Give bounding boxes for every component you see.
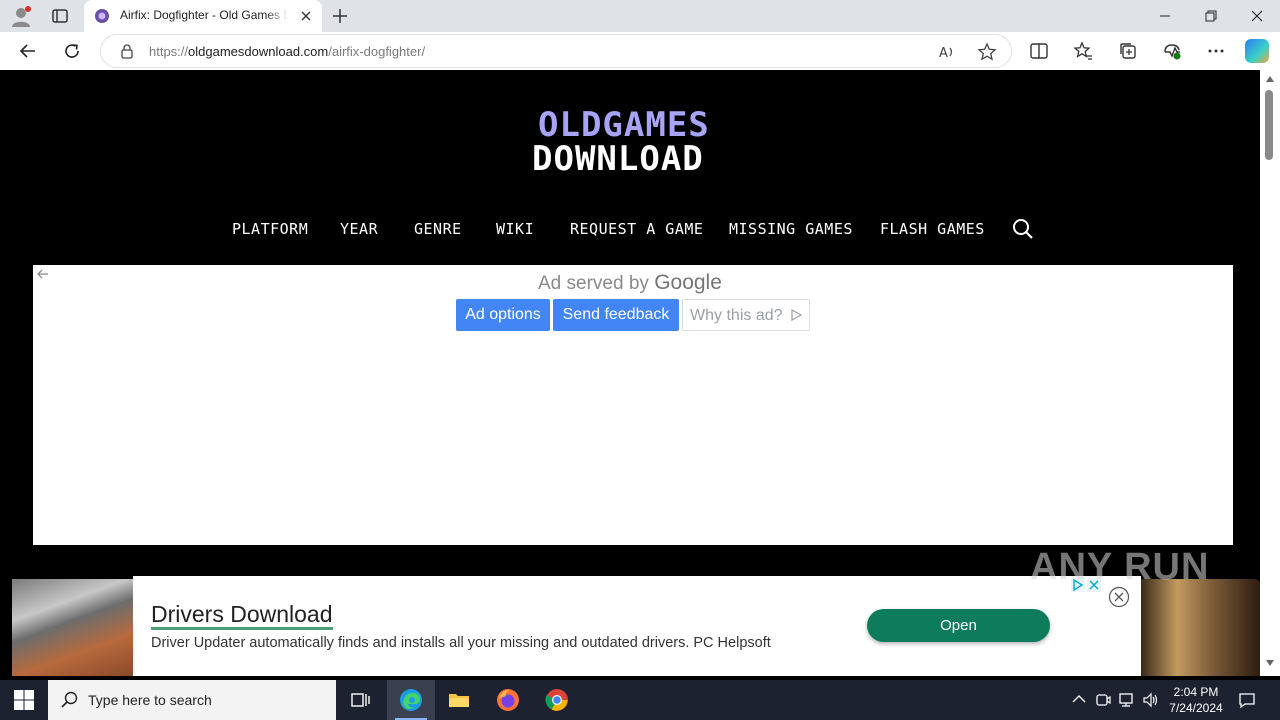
clock-date: 7/24/2024 — [1169, 701, 1223, 715]
back-icon[interactable] — [18, 41, 38, 61]
clock-time: 2:04 PM — [1173, 685, 1219, 699]
close-icon — [1251, 10, 1263, 22]
more-menu-icon[interactable] — [1206, 41, 1226, 61]
tab-actions-icon[interactable] — [50, 6, 70, 26]
nav-wiki[interactable]: WIKI — [496, 220, 534, 240]
close-tab-icon[interactable] — [298, 8, 314, 24]
edge-icon — [400, 689, 422, 711]
nav-genre[interactable]: GENRE — [414, 220, 462, 240]
banner-open-button[interactable]: Open — [867, 609, 1050, 642]
show-hidden-icons-chevron-icon[interactable] — [1070, 691, 1088, 709]
send-feedback-button[interactable]: Send feedback — [553, 299, 679, 331]
restore-icon — [1205, 10, 1217, 22]
play-triangle-icon — [791, 308, 803, 322]
banner-image-right — [1141, 579, 1260, 676]
tab-title: Airfix: Dogfighter - Old Games Download — [120, 8, 288, 22]
google-ad-frame: Ad served by Google Ad options Send feed… — [33, 265, 1233, 545]
banner-image-left — [12, 579, 133, 676]
taskbar-edge[interactable] — [387, 680, 435, 720]
svg-text:A: A — [939, 46, 948, 61]
volume-icon[interactable] — [1142, 691, 1160, 709]
why-this-ad-button[interactable]: Why this ad? — [682, 299, 810, 331]
scroll-down-arrow-icon[interactable] — [1266, 660, 1274, 666]
logo-text-download: DOWNLOAD — [532, 139, 704, 179]
banner-title[interactable]: Drivers Download — [151, 601, 333, 630]
collections-icon[interactable] — [1118, 41, 1138, 61]
task-view-icon — [351, 693, 370, 707]
search-icon — [61, 691, 78, 708]
network-icon[interactable] — [1118, 691, 1136, 709]
banner-content[interactable]: Drivers Download Driver Updater automati… — [133, 576, 1141, 676]
firefox-icon — [497, 689, 519, 711]
taskbar-search[interactable]: Type here to search — [48, 680, 336, 720]
scroll-up-arrow-icon[interactable] — [1266, 76, 1274, 82]
task-view-button[interactable] — [336, 680, 384, 720]
notification-center-icon[interactable] — [1238, 691, 1256, 709]
ad-served-by-text: Ad served by Google — [538, 271, 722, 294]
nav-flash-games[interactable]: FLASH GAMES — [880, 220, 985, 240]
taskbar-file-explorer[interactable] — [435, 680, 483, 720]
nav-request-a-game[interactable]: REQUEST A GAME — [570, 220, 703, 240]
site-logo[interactable]: OLDGAMES DOWNLOAD — [532, 106, 737, 178]
nav-platform[interactable]: PLATFORM — [232, 220, 308, 240]
navigation-bar: https://oldgamesdownload.com/airfix-dogf… — [0, 32, 1280, 70]
ad-back-arrow-icon[interactable] — [37, 269, 49, 279]
url-text[interactable]: https://oldgamesdownload.com/airfix-dogf… — [149, 44, 425, 59]
tab-bar: Airfix: Dogfighter - Old Games Download — [0, 0, 1280, 32]
nav-year[interactable]: YEAR — [340, 220, 378, 240]
banner-description: Driver Updater automatically finds and i… — [151, 635, 771, 651]
minimize-button[interactable] — [1142, 0, 1188, 32]
page-scrollbar[interactable] — [1260, 70, 1280, 676]
lock-icon[interactable] — [119, 43, 135, 59]
search-icon[interactable] — [1012, 218, 1034, 240]
active-tab[interactable]: Airfix: Dogfighter - Old Games Download — [84, 0, 322, 32]
windows-start-icon[interactable] — [14, 690, 34, 710]
browser-essentials-icon[interactable] — [1162, 41, 1182, 61]
profile-icon[interactable] — [10, 5, 32, 27]
anyrun-watermark: ANY RUN — [1030, 546, 1210, 588]
refresh-icon[interactable] — [62, 41, 82, 61]
restore-button[interactable] — [1188, 0, 1234, 32]
favorite-star-icon[interactable] — [977, 42, 997, 62]
address-bar[interactable]: https://oldgamesdownload.com/airfix-dogf… — [100, 34, 1012, 68]
copilot-icon[interactable] — [1245, 39, 1269, 63]
ad-options-button[interactable]: Ad options — [456, 299, 550, 331]
taskbar-chrome[interactable] — [533, 680, 581, 720]
logo-text-oldgames: OLDGAMES — [538, 105, 710, 145]
minimize-icon — [1160, 15, 1170, 17]
chrome-icon — [545, 689, 568, 711]
folder-icon — [449, 694, 469, 707]
scroll-thumb[interactable] — [1265, 90, 1273, 160]
taskbar-firefox[interactable] — [484, 680, 532, 720]
new-tab-icon[interactable] — [330, 6, 350, 26]
split-screen-icon[interactable] — [1029, 41, 1049, 61]
favorites-icon[interactable] — [1073, 41, 1093, 61]
windows-taskbar: Type here to search 2:04 PM 7/24/2024 — [0, 680, 1280, 720]
meet-now-icon[interactable] — [1094, 691, 1112, 709]
taskbar-search-placeholder: Type here to search — [88, 692, 212, 708]
nav-missing-games[interactable]: MISSING GAMES — [729, 220, 853, 240]
close-window-button[interactable] — [1234, 0, 1280, 32]
read-aloud-icon[interactable]: A — [937, 42, 957, 62]
site-favicon-icon — [95, 9, 109, 23]
taskbar-clock[interactable]: 2:04 PM 7/24/2024 — [1166, 684, 1226, 716]
